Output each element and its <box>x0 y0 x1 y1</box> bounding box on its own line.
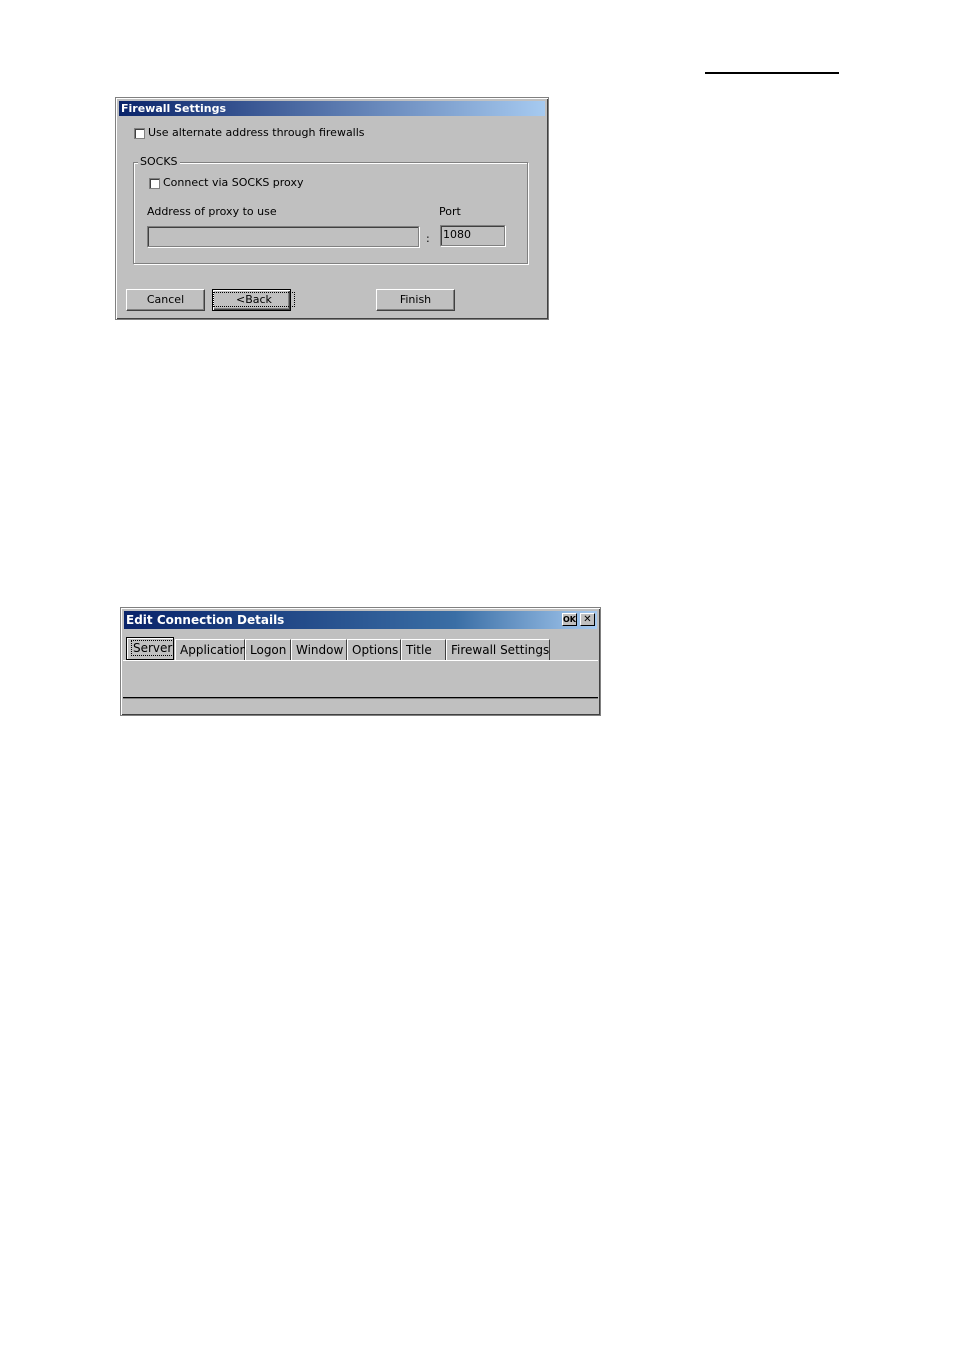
proxy-address-input[interactable] <box>147 226 419 247</box>
header-rule <box>705 72 839 74</box>
tab-logon[interactable]: Logon <box>245 639 291 660</box>
edit-connection-dialog: Edit Connection Details OK ✕ Server Appl… <box>120 607 601 716</box>
proxy-address-label: Address of proxy to use <box>147 205 277 218</box>
back-button[interactable]: <Back <box>212 289 295 311</box>
tab-firewall-settings[interactable]: Firewall Settings <box>446 639 550 660</box>
connect-socks-label: Connect via SOCKS proxy <box>163 176 304 189</box>
use-alternate-label: Use alternate address through firewalls <box>148 126 365 139</box>
port-label: Port <box>439 205 461 218</box>
connect-socks-checkbox[interactable] <box>149 178 160 189</box>
back-button-label: <Back <box>213 292 295 307</box>
socks-group-label: SOCKS <box>138 155 180 168</box>
dialog-title: Edit Connection Details OK ✕ <box>124 611 597 629</box>
firewall-settings-dialog: Firewall Settings Use alternate address … <box>115 97 549 320</box>
tab-strip-line <box>123 660 598 661</box>
cancel-button[interactable]: Cancel <box>126 289 205 311</box>
tab-title[interactable]: Title <box>401 639 446 660</box>
tab-server[interactable]: Server <box>126 637 175 660</box>
dialog-title-text: Edit Connection Details <box>126 613 285 627</box>
tab-window[interactable]: Window <box>291 639 347 660</box>
tab-server-label: Server <box>131 640 175 656</box>
tab-options[interactable]: Options <box>347 639 401 660</box>
dialog-title: Firewall Settings <box>119 101 545 116</box>
tab-application[interactable]: Application <box>175 639 247 660</box>
close-icon[interactable]: ✕ <box>580 613 595 626</box>
use-alternate-checkbox[interactable] <box>134 128 145 139</box>
content-divider <box>123 697 598 699</box>
port-separator: : <box>426 232 430 245</box>
finish-button[interactable]: Finish <box>376 289 455 311</box>
ok-button[interactable]: OK <box>562 613 577 626</box>
port-input[interactable]: 1080 <box>440 225 505 246</box>
